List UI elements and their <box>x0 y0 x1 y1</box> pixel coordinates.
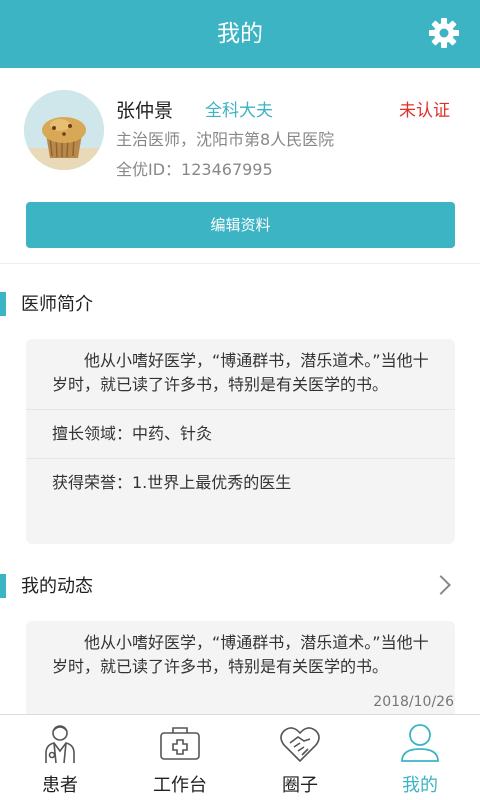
intro-section-header: 医师简介 <box>0 286 480 322</box>
tab-label: 工作台 <box>153 775 207 796</box>
chevron-right-icon[interactable] <box>431 575 451 595</box>
tab-label: 圈子 <box>282 775 318 796</box>
intro-section-title: 医师简介 <box>21 294 93 315</box>
edit-profile-button[interactable]: 编辑资料 <box>26 202 455 248</box>
tab-circle[interactable]: 圈子 <box>240 715 360 800</box>
posts-section-header[interactable]: 我的动态 <box>0 568 480 604</box>
tab-label: 我的 <box>402 775 438 796</box>
person-icon <box>401 724 439 762</box>
specialty-text: 擅长领域：中药、针灸 <box>26 410 455 459</box>
posts-section-title: 我的动态 <box>21 576 93 597</box>
intro-card: 他从小嗜好医学，“博通群书，潜乐道术。”当他十岁时，就已读了许多书，特别是有关医… <box>26 339 455 544</box>
verification-status[interactable]: 未认证 <box>399 96 450 121</box>
doctor-icon <box>45 725 75 764</box>
post-text: 他从小嗜好医学，“博通群书，潜乐道术。”当他十岁时，就已读了许多书，特别是有关医… <box>52 633 429 676</box>
tab-patients[interactable]: 患者 <box>0 715 120 800</box>
bio-text: 他从小嗜好医学，“博通群书，潜乐道术。”当他十岁时，就已读了许多书，特别是有关医… <box>26 339 455 410</box>
role-tag: 全科大夫 <box>205 101 273 121</box>
muffin-avatar-image <box>24 90 104 170</box>
gear-icon[interactable] <box>428 17 460 49</box>
handshake-heart-icon <box>280 727 320 763</box>
tab-workbench[interactable]: 工作台 <box>120 715 240 800</box>
avatar[interactable] <box>24 90 104 170</box>
post-date: 2018/10/26 <box>373 694 454 710</box>
honors-text: 获得荣誉：1.世界上最优秀的医生 <box>52 473 292 492</box>
profile-card: 张仲景 全科大夫 未认证 主治医师，沈阳市第8人民医院 全优ID：1234679… <box>0 68 480 264</box>
user-id: 全优ID：123467995 <box>116 160 273 179</box>
section-accent-bar <box>0 574 6 598</box>
tab-label: 患者 <box>42 775 78 796</box>
medical-kit-icon <box>160 727 200 760</box>
page-title: 我的 <box>217 21 263 47</box>
section-accent-bar <box>0 292 6 316</box>
doctor-name: 张仲景 <box>116 100 174 122</box>
position-hospital: 主治医师，沈阳市第8人民医院 <box>116 130 335 149</box>
bottom-tab-bar: 患者 工作台 圈子 我的 <box>0 714 480 800</box>
top-bar: 我的 <box>0 0 480 68</box>
tab-mine[interactable]: 我的 <box>360 715 480 800</box>
